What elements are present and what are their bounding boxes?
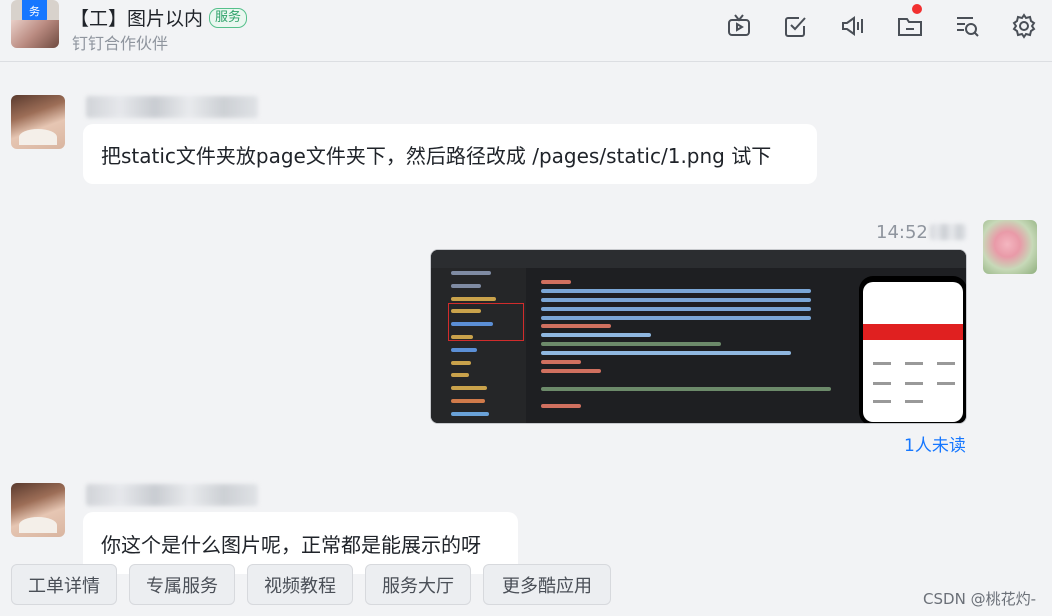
message-time: 14:52 <box>876 222 928 243</box>
service-badge: 服务 <box>209 7 248 28</box>
group-tag: 务 <box>22 0 47 22</box>
settings-gear-icon[interactable] <box>995 8 1052 44</box>
video-tutorial-button[interactable]: 视频教程 <box>247 564 353 605</box>
my-name-blurred <box>930 224 966 240</box>
sender-avatar[interactable] <box>11 483 65 537</box>
notification-dot <box>912 4 922 14</box>
sender-name-blurred <box>86 484 258 506</box>
sender-name-blurred <box>86 96 258 118</box>
chat-header: 务 【工】图片以内 服务 钉钉合作伙伴 <box>0 0 1052 62</box>
highlight-box <box>448 303 524 341</box>
ide-tabbar <box>431 250 966 268</box>
read-status[interactable]: 1人未读 <box>904 431 966 456</box>
ide-file-tree <box>431 268 526 423</box>
ide-code-editor <box>541 280 851 413</box>
service-hall-button[interactable]: 服务大厅 <box>365 564 471 605</box>
chat-title[interactable]: 【工】图片以内 <box>70 4 203 31</box>
my-avatar[interactable] <box>983 220 1037 274</box>
screenshot-image[interactable] <box>430 249 967 424</box>
watermark: CSDN @桃花灼- <box>923 590 1036 608</box>
group-avatar-photo <box>11 20 59 48</box>
phone-preview <box>859 276 966 423</box>
header-toolbar <box>710 4 1052 44</box>
folder-icon[interactable] <box>881 4 938 44</box>
exclusive-service-button[interactable]: 专属服务 <box>129 564 235 605</box>
ticket-details-button[interactable]: 工单详情 <box>11 564 117 605</box>
todo-check-icon[interactable] <box>767 8 824 44</box>
chat-subtitle: 钉钉合作伙伴 <box>72 34 169 53</box>
message-text: 把static文件夹放page文件夹下，然后路径改成 /pages/static… <box>101 143 772 168</box>
more-apps-button[interactable]: 更多酷应用 <box>483 564 611 605</box>
message-bubble[interactable]: 把static文件夹放page文件夹下，然后路径改成 /pages/static… <box>83 124 817 184</box>
sender-avatar[interactable] <box>11 95 65 149</box>
voice-call-icon[interactable] <box>824 8 881 44</box>
message-text: 你这个是什么图片呢，正常都是能展示的呀 <box>101 532 481 557</box>
chat-title-row: 【工】图片以内 服务 <box>70 4 248 31</box>
quick-action-bar: 工单详情 专属服务 视频教程 服务大厅 更多酷应用 <box>11 564 611 605</box>
search-history-icon[interactable] <box>938 8 995 44</box>
live-icon[interactable] <box>710 8 767 44</box>
group-avatar[interactable]: 务 <box>11 0 59 48</box>
